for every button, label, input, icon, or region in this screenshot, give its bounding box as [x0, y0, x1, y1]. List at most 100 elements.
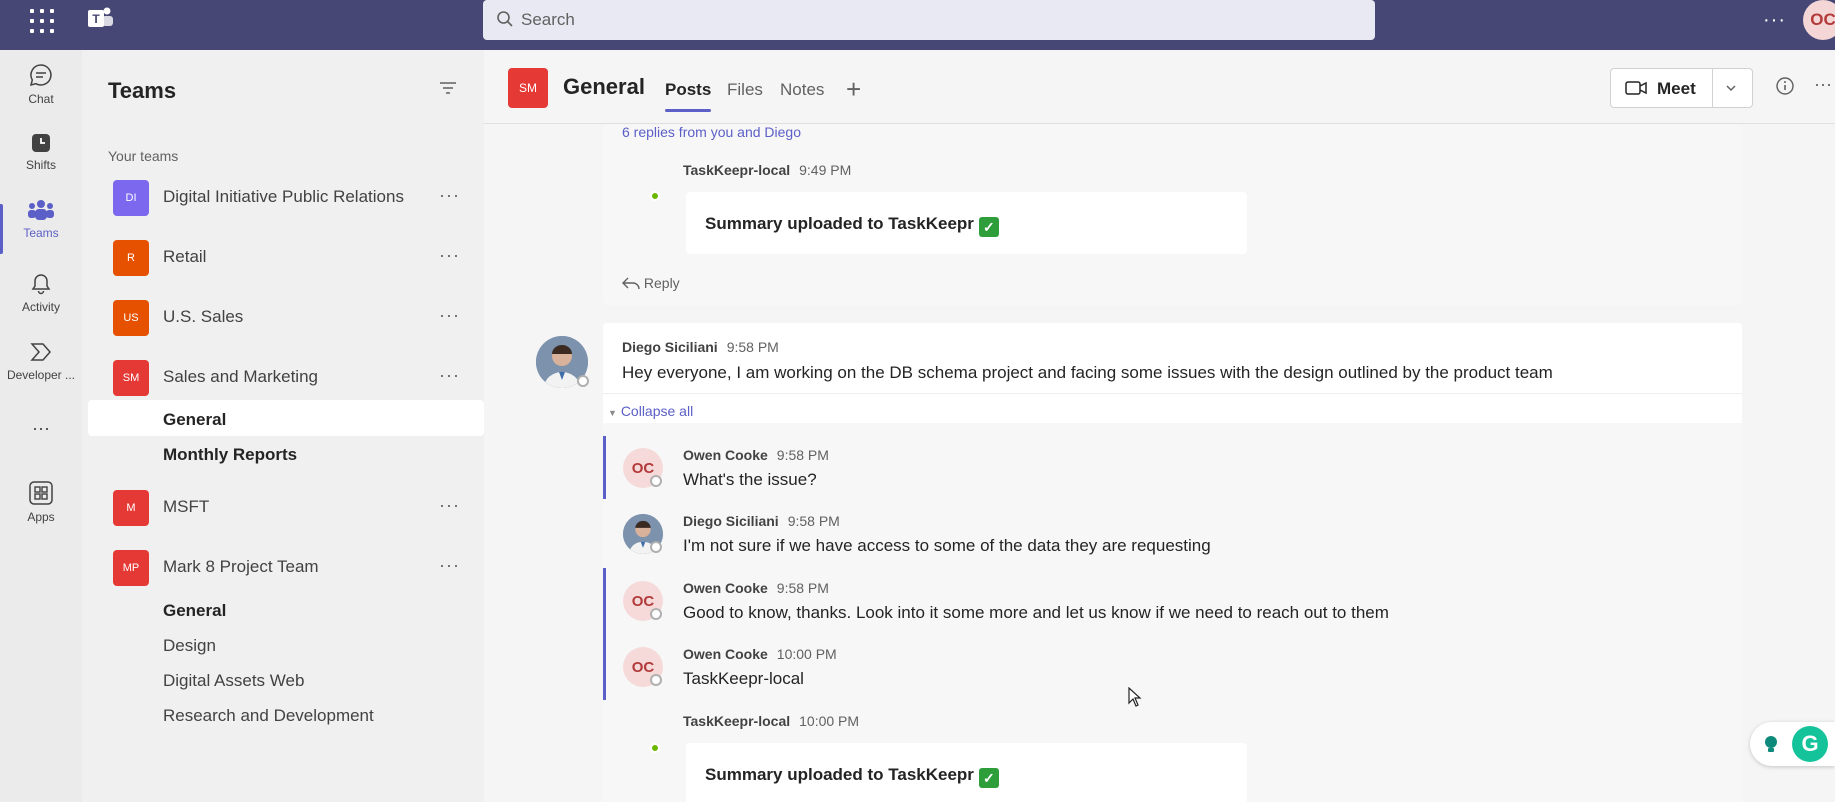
- rail-activity-label: Activity: [21, 300, 60, 314]
- team-digital-initiative[interactable]: DI Digital Initiative Public Relations ·…: [82, 173, 484, 223]
- collapse-all-button[interactable]: ▼ Collapse all: [608, 403, 693, 419]
- rail-apps-label: Apps: [27, 510, 55, 524]
- channel-view: SM General Posts Files Notes + Meet ··· …: [484, 50, 1835, 802]
- summary-text: Summary uploaded to TaskKeepr: [705, 214, 974, 233]
- presence-indicator: [577, 375, 589, 387]
- bot-mention-link[interactable]: TaskKeepr-local: [683, 669, 804, 689]
- grammarly-icon: G: [1792, 726, 1828, 762]
- channel-digital-assets[interactable]: Digital Assets Web: [163, 671, 304, 691]
- team-name: Retail: [163, 247, 207, 266]
- team-more-button[interactable]: ···: [439, 555, 460, 576]
- profile-avatar[interactable]: OC: [1803, 0, 1835, 40]
- rail-chat-label: Chat: [28, 92, 54, 106]
- meet-button[interactable]: Meet: [1610, 68, 1753, 108]
- search-input[interactable]: Search: [483, 0, 1375, 40]
- meet-label: Meet: [1657, 79, 1696, 98]
- settings-more-button[interactable]: ···: [1763, 9, 1786, 32]
- team-name: U.S. Sales: [163, 307, 244, 326]
- reply-header: Diego Siciliani 9:58 PM: [683, 513, 840, 531]
- grammarly-widget[interactable]: G: [1750, 722, 1835, 766]
- author-name: Owen Cooke: [683, 646, 768, 662]
- rail-teams[interactable]: Teams: [0, 198, 82, 264]
- mouse-cursor-icon: [1128, 687, 1142, 707]
- rail-more[interactable]: ···: [0, 418, 82, 484]
- channel-header: SM General Posts Files Notes + Meet ···: [484, 50, 1835, 124]
- meet-divider: [1712, 69, 1713, 107]
- app-launcher-icon[interactable]: [28, 7, 56, 35]
- team-mark8[interactable]: MP Mark 8 Project Team ···: [82, 543, 484, 593]
- channel-mp-general[interactable]: General: [163, 601, 226, 621]
- rail-apps[interactable]: Apps: [0, 480, 82, 546]
- filter-icon[interactable]: [438, 80, 458, 96]
- checkmark-icon: ✓: [978, 768, 999, 788]
- bot-name: TaskKeepr-local: [683, 713, 791, 729]
- message-time: 10:00 PM: [776, 646, 837, 662]
- team-more-button[interactable]: ···: [439, 495, 460, 516]
- team-avatar: DI: [113, 180, 149, 216]
- team-sales-marketing[interactable]: SM Sales and Marketing ···: [82, 353, 484, 403]
- collapse-all-label: Collapse all: [620, 403, 694, 419]
- tab-files[interactable]: Files: [727, 80, 763, 100]
- replies-summary-link[interactable]: 6 replies from you and Diego: [622, 125, 801, 140]
- team-msft[interactable]: M MSFT ···: [82, 483, 484, 533]
- post-header: Diego Siciliani 9:58 PM: [622, 339, 779, 357]
- unread-bar: [603, 436, 606, 499]
- checkmark-icon: ✓: [978, 217, 999, 237]
- add-tab-button[interactable]: +: [846, 74, 861, 105]
- reply-header: Owen Cooke 10:00 PM: [683, 646, 837, 664]
- team-name: Mark 8 Project Team: [163, 557, 319, 576]
- bot-name: TaskKeepr-local: [683, 162, 791, 178]
- chevron-down-icon[interactable]: [1724, 81, 1738, 95]
- presence-indicator: [650, 608, 662, 620]
- app-rail: Chat Shifts Teams Activity Developer ...…: [0, 50, 82, 802]
- info-icon[interactable]: [1775, 76, 1795, 96]
- reply-text: Good to know, thanks. Look into it some …: [683, 603, 1389, 622]
- team-retail[interactable]: R Retail ···: [82, 233, 484, 283]
- author-name: Owen Cooke: [683, 447, 768, 463]
- author-name: Owen Cooke: [683, 580, 768, 596]
- team-avatar: US: [113, 300, 149, 336]
- message-time: 9:49 PM: [799, 162, 852, 178]
- team-us-sales[interactable]: US U.S. Sales ···: [82, 293, 484, 343]
- reply-text: What's the issue?: [683, 470, 817, 489]
- rail-chat[interactable]: Chat: [0, 62, 82, 128]
- channel-design[interactable]: Design: [163, 636, 216, 656]
- team-more-button[interactable]: ···: [439, 245, 460, 266]
- apps-icon: [29, 481, 53, 505]
- rail-activity[interactable]: Activity: [0, 272, 82, 338]
- channel-monthly-reports[interactable]: Monthly Reports: [163, 445, 297, 465]
- channel-research[interactable]: Research and Development: [163, 706, 374, 726]
- divider: [603, 393, 1742, 394]
- rail-shifts-label: Shifts: [25, 158, 56, 172]
- panel-title: Teams: [108, 78, 177, 103]
- channel-sm-general[interactable]: General: [163, 410, 226, 430]
- team-name: Sales and Marketing: [163, 367, 318, 386]
- bot-message-header: TaskKeepr-local 10:00 PM: [683, 713, 859, 731]
- header-more-button[interactable]: ···: [1814, 74, 1832, 95]
- rail-developer[interactable]: Developer ...: [0, 340, 82, 406]
- developer-icon: [30, 343, 51, 361]
- tab-notes[interactable]: Notes: [780, 80, 824, 100]
- team-more-button[interactable]: ···: [439, 365, 460, 386]
- reply-header: Owen Cooke 9:58 PM: [683, 580, 829, 598]
- top-bar: T Search ··· OC: [0, 0, 1835, 50]
- author-name: Diego Siciliani: [622, 339, 718, 355]
- post-text: Hey everyone, I am working on the DB sch…: [622, 363, 1553, 382]
- team-more-button[interactable]: ···: [439, 185, 460, 206]
- presence-indicator: [650, 475, 662, 487]
- rail-shifts[interactable]: Shifts: [0, 132, 82, 198]
- chat-icon: [29, 64, 52, 87]
- team-name: Digital Initiative Public Relations: [163, 187, 404, 206]
- unread-bar: [603, 568, 606, 700]
- bot-message-header: TaskKeepr-local 9:49 PM: [683, 162, 851, 180]
- message-time: 9:58 PM: [726, 339, 779, 355]
- more-icon: ···: [32, 418, 50, 438]
- message-time: 9:58 PM: [787, 513, 840, 529]
- video-camera-icon: [1625, 81, 1647, 95]
- reply-button[interactable]: Reply: [622, 275, 680, 291]
- your-teams-heading: Your teams: [108, 148, 179, 164]
- tab-posts[interactable]: Posts: [665, 80, 712, 112]
- summary-card: Summary uploaded to TaskKeepr ✓: [686, 192, 1247, 254]
- team-more-button[interactable]: ···: [439, 305, 460, 326]
- message-time: 9:58 PM: [776, 447, 829, 463]
